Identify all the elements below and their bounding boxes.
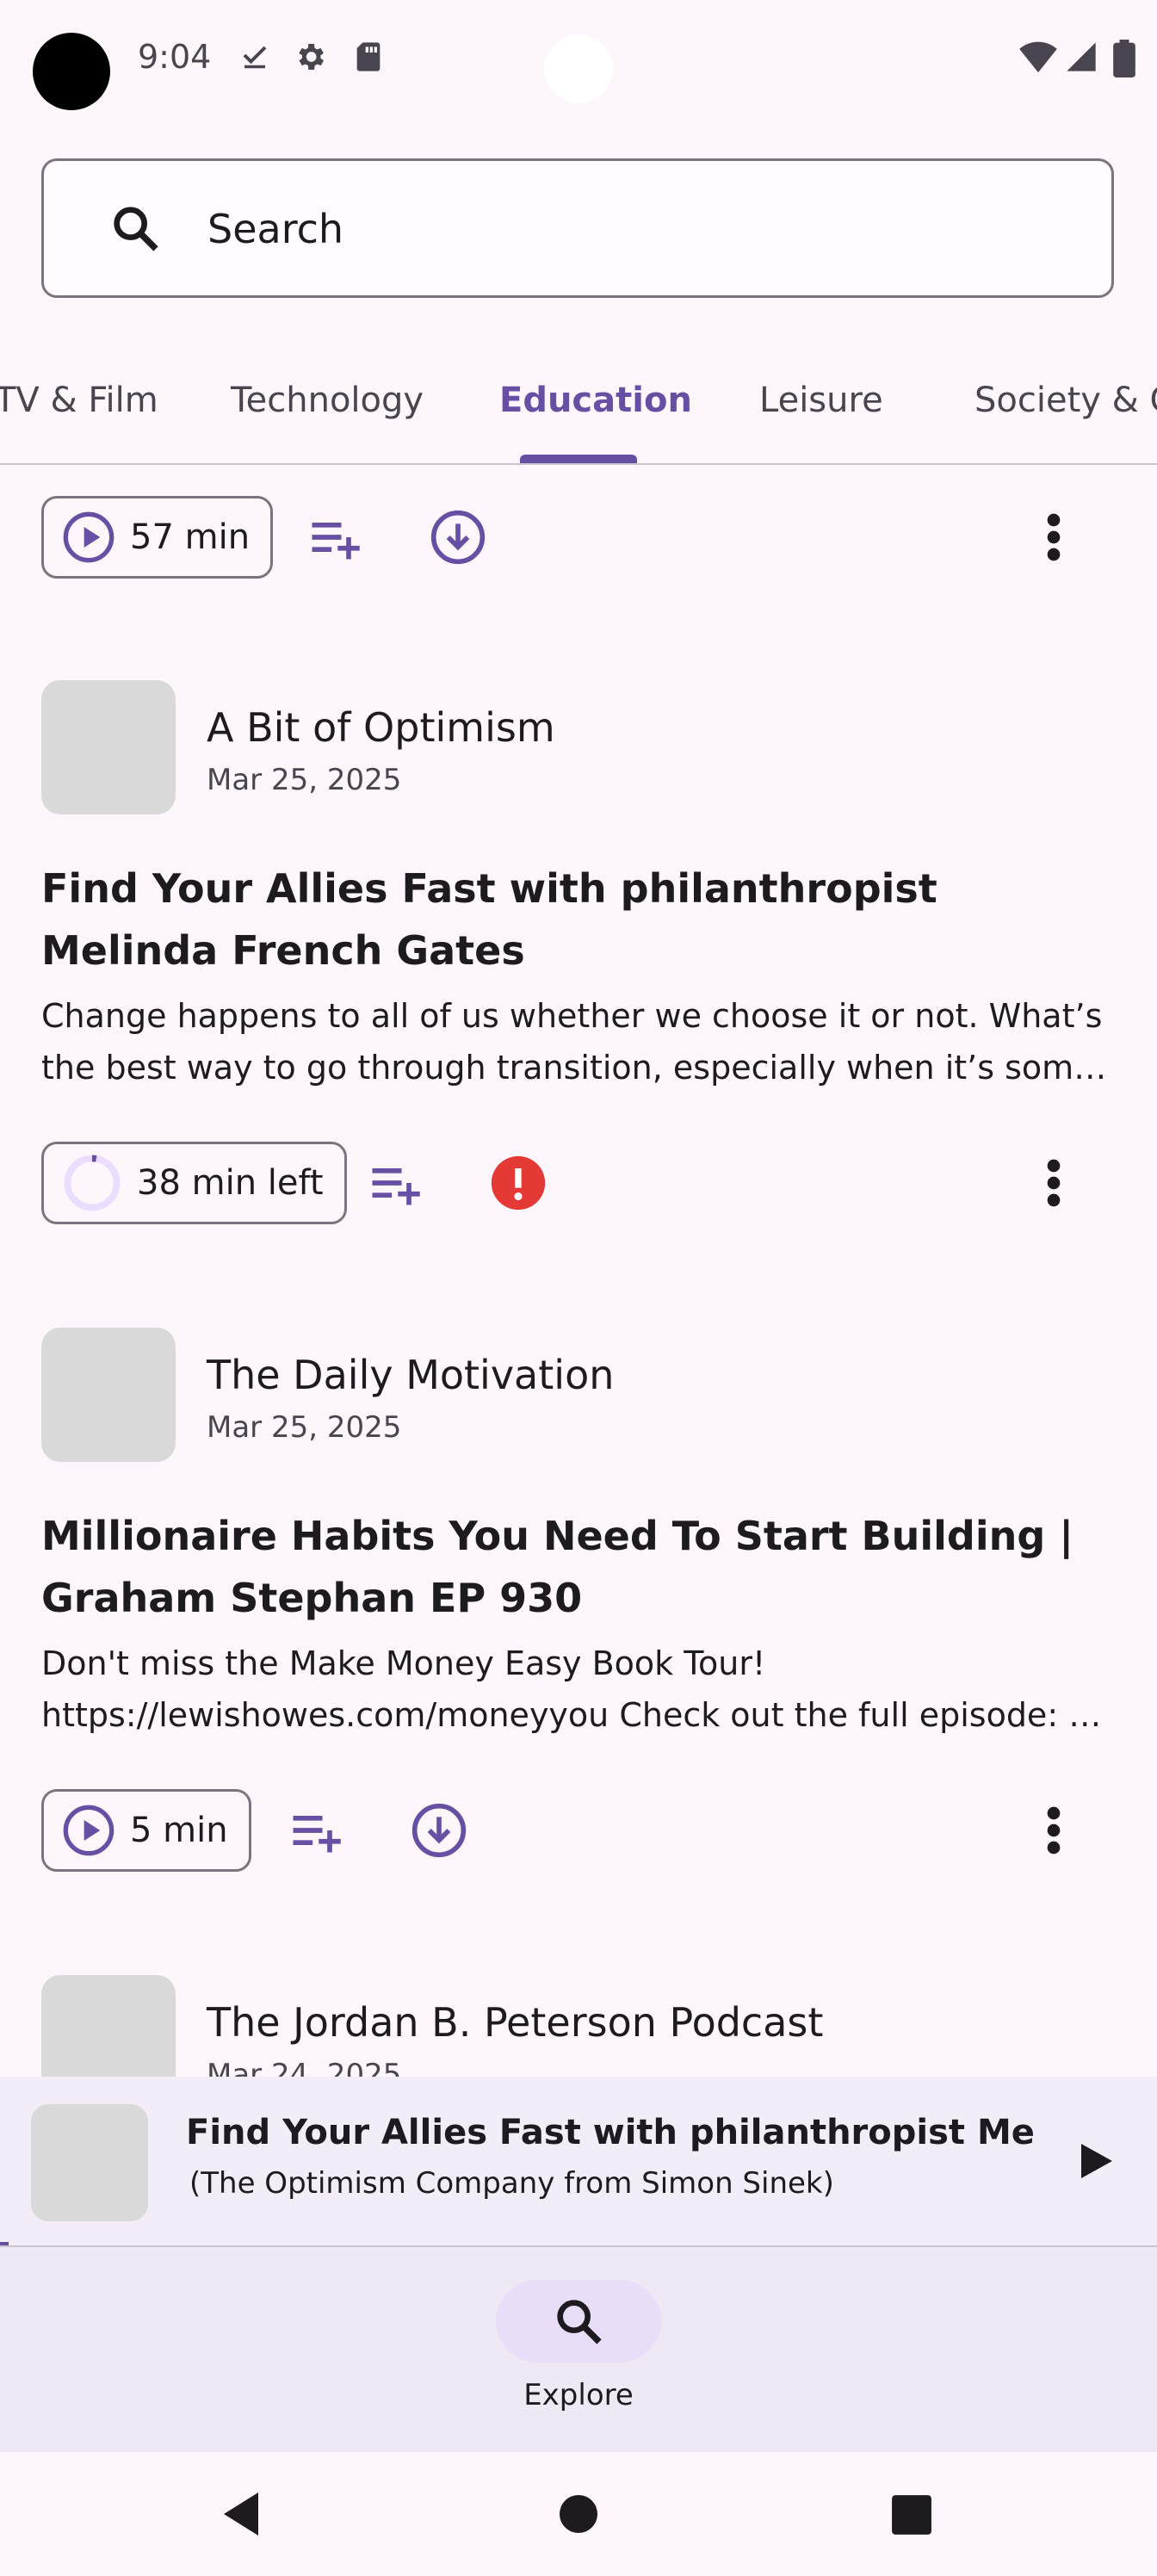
- more-vert-icon: [1047, 1806, 1061, 1855]
- play-icon: [1081, 2144, 1112, 2178]
- episode-date: Mar 25, 2025: [207, 1410, 402, 1445]
- more-options-button[interactable]: [1012, 1142, 1095, 1224]
- play-circle-icon: [63, 1805, 114, 1856]
- back-icon[interactable]: [219, 2488, 263, 2540]
- play-button[interactable]: 57 min: [41, 496, 274, 579]
- progress-ring-icon: [64, 1155, 121, 1211]
- camera-cutout: [33, 33, 110, 110]
- download-icon: [430, 510, 486, 565]
- podcast-artwork[interactable]: [41, 1328, 176, 1462]
- more-options-button[interactable]: [1012, 496, 1095, 579]
- tab-technology[interactable]: Technology: [231, 362, 424, 463]
- front-camera-dot: [544, 34, 613, 103]
- search-input[interactable]: Search: [207, 206, 343, 252]
- playlist-add-icon: [372, 1168, 420, 1205]
- play-button[interactable]: 5 min: [41, 1789, 251, 1872]
- error-icon: [491, 1155, 546, 1211]
- play-circle-icon: [63, 511, 114, 563]
- podcast-artwork[interactable]: [41, 680, 176, 814]
- duration-label: 57 min: [130, 517, 251, 557]
- download-button[interactable]: [398, 1789, 480, 1872]
- nav-explore-label[interactable]: Explore: [0, 2378, 1157, 2412]
- description-line-2: the best way to go through transition, e…: [41, 1049, 1117, 1087]
- search-icon: [114, 207, 158, 251]
- recents-icon[interactable]: [890, 2493, 933, 2536]
- episode-title[interactable]: Millionaire Habits You Need To Start Bui…: [41, 1505, 1117, 1629]
- resume-button[interactable]: 38 min left: [41, 1142, 347, 1224]
- episode-title[interactable]: Find Your Allies Fast with philanthropis…: [41, 858, 1117, 981]
- description-line-2: https://lewishowes.com/moneyyou Check ou…: [41, 1696, 1117, 1734]
- episode-description[interactable]: Don't miss the Make Money Easy Book Tour…: [41, 1638, 1117, 1741]
- download-error-button[interactable]: [477, 1142, 560, 1224]
- bottom-navigation: Explore: [0, 2245, 1157, 2454]
- description-line-1: Don't miss the Make Money Easy Book Tour…: [41, 1644, 766, 1682]
- add-to-queue-button[interactable]: [274, 1789, 356, 1872]
- description-line-1: Change happens to all of us whether we c…: [41, 997, 1103, 1035]
- now-playing-title: Find Your Allies Fast with philanthropis…: [186, 2113, 1033, 2152]
- gear-icon: [299, 44, 324, 70]
- episode-description[interactable]: Change happens to all of us whether we c…: [41, 990, 1117, 1093]
- more-vert-icon: [1047, 1159, 1061, 1207]
- playlist-add-icon: [293, 1816, 341, 1853]
- search-icon: [557, 2300, 602, 2344]
- podcast-name[interactable]: The Jordan B. Peterson Podcast: [207, 1999, 823, 2046]
- tab-indicator: [520, 455, 637, 463]
- download-icon: [411, 1803, 467, 1858]
- download-button[interactable]: [417, 496, 499, 579]
- mini-player[interactable]: Find Your Allies Fast with philanthropis…: [0, 2077, 1157, 2245]
- tab-tv-film[interactable]: TV & Film: [0, 362, 158, 463]
- more-options-button[interactable]: [1012, 1789, 1095, 1872]
- podcast-name[interactable]: A Bit of Optimism: [207, 704, 555, 751]
- duration-label: 5 min: [130, 1811, 228, 1850]
- playlist-add-icon: [312, 523, 360, 560]
- add-to-queue-button[interactable]: [353, 1142, 436, 1224]
- search-bar[interactable]: Search: [41, 158, 1114, 298]
- tab-society-culture[interactable]: Society & C: [974, 362, 1157, 463]
- system-navigation-bar: [0, 2452, 1157, 2576]
- add-to-queue-button[interactable]: [293, 496, 375, 579]
- signal-icon: [1067, 42, 1096, 71]
- wifi-icon: [1019, 41, 1057, 73]
- now-playing-podcast: (The Optimism Company from Simon Sinek): [189, 2166, 834, 2201]
- home-icon[interactable]: [558, 2493, 599, 2535]
- status-time: 9:04: [138, 38, 212, 76]
- podcast-name[interactable]: The Daily Motivation: [207, 1352, 614, 1398]
- more-vert-icon: [1047, 513, 1061, 561]
- category-tabs: TV & Film Technology Education Leisure S…: [0, 362, 1157, 465]
- tab-leisure[interactable]: Leisure: [759, 362, 883, 463]
- episode-date: Mar 25, 2025: [207, 763, 402, 797]
- time-left-label: 38 min left: [137, 1163, 324, 1203]
- now-playing-artwork: [31, 2104, 148, 2221]
- mini-play-button[interactable]: [1055, 2120, 1138, 2202]
- tab-education[interactable]: Education: [499, 362, 692, 463]
- check-icon: [243, 46, 267, 69]
- status-bar: 9:04: [0, 0, 1157, 121]
- sd-card-icon: [356, 42, 381, 71]
- nav-explore[interactable]: [496, 2280, 661, 2362]
- battery-icon: [1113, 40, 1135, 77]
